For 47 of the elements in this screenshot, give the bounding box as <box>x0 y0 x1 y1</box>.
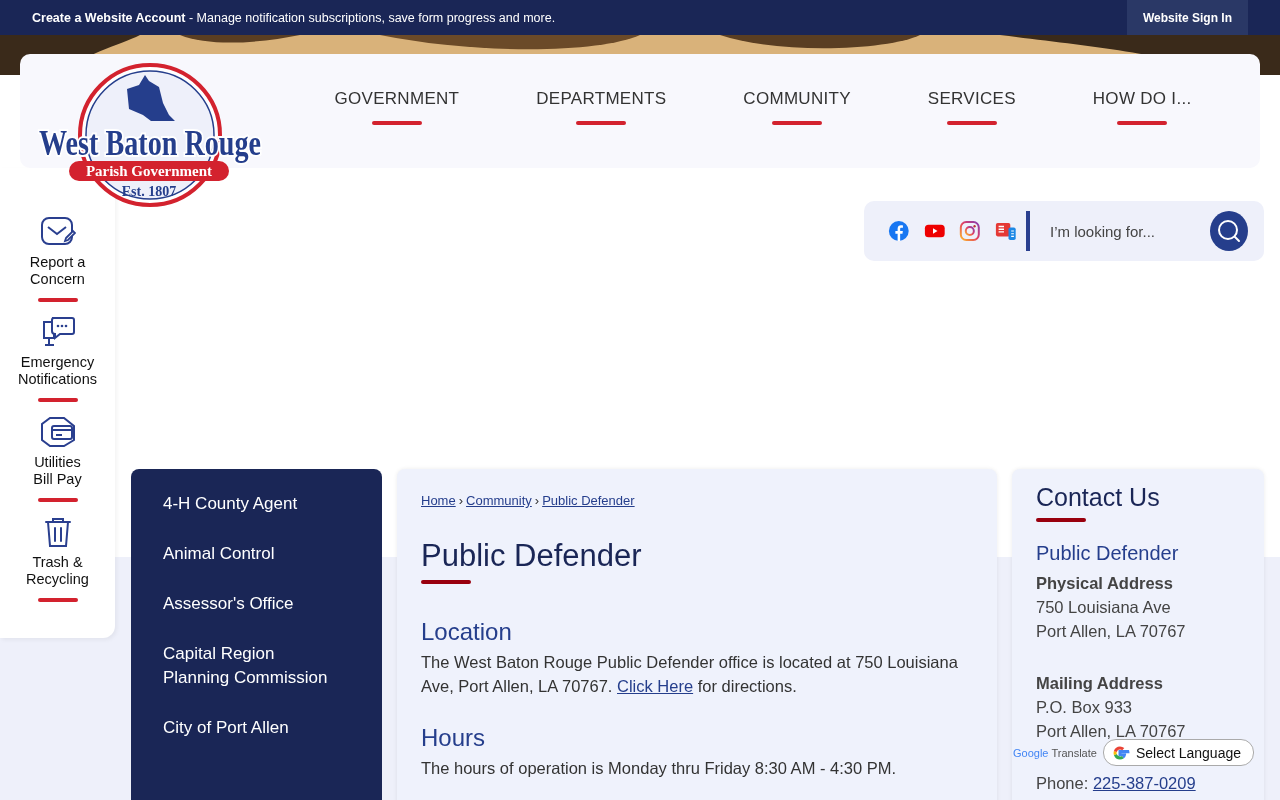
quick-link[interactable]: Utilities Bill Pay <box>23 416 92 502</box>
nav-item[interactable]: HOW DO I... <box>1092 89 1192 125</box>
nav-item[interactable]: GOVERNMENT <box>334 89 460 125</box>
breadcrumb-link[interactable]: Home <box>421 493 456 508</box>
breadcrumb-separator: › <box>458 493 464 508</box>
side-menu-item[interactable]: 4-H County Agent <box>163 492 333 516</box>
section-heading: Hours <box>421 724 487 752</box>
address-line: Port Allen, LA 70767 <box>1036 621 1187 642</box>
translate-label: Translate <box>1051 746 1097 759</box>
facebook-icon[interactable] <box>888 219 910 243</box>
section-text: The hours of operation is Monday thru Friday 8:30 AM - 4:30 PM. <box>421 758 898 779</box>
sign-in-button[interactable]: Website Sign In <box>1126 0 1248 35</box>
address-label: Mailing Address <box>1036 673 1164 694</box>
address-line: Port Allen, LA 70767 <box>1036 721 1187 742</box>
address-line: P.O. Box 933 <box>1036 697 1133 718</box>
account-message: Create a Website Account - Manage notification subscriptions, save form progress and more. <box>32 10 556 25</box>
side-menu-item[interactable]: Capital Region Planning Commission <box>163 642 333 690</box>
phone-label: Phone: <box>1036 773 1090 794</box>
mail-icon <box>39 216 76 248</box>
quick-link[interactable]: Report a Concern <box>7 216 108 302</box>
breadcrumb-link[interactable]: Public Defender <box>542 493 635 508</box>
address-label: Physical Address <box>1036 573 1174 594</box>
page-title: Public Defender <box>421 538 643 574</box>
nav-item[interactable]: SERVICES <box>927 89 1016 125</box>
office-name: Public Defender <box>1036 542 1180 565</box>
section-heading: Location <box>421 618 513 646</box>
quick-link[interactable]: Trash & Recycling <box>23 516 92 602</box>
phone-link[interactable]: 225-387-0209 <box>1092 771 1196 795</box>
search-field[interactable]: I’m looking for... <box>1043 222 1196 240</box>
directions-link[interactable]: Click Here <box>617 677 694 695</box>
contact-title: Contact Us <box>1036 483 1161 512</box>
language-select[interactable]: Select Language <box>1102 739 1254 766</box>
section-text: The West Baton Rouge Public Defender office is located at 750 Louisiana Ave, Port Allen, LA 70767. Click Here for directions. <box>421 652 959 697</box>
side-menu-item[interactable]: City of Port Allen <box>163 716 333 740</box>
credit-card-icon <box>39 416 76 448</box>
quick-link[interactable]: Emergency Notifications <box>7 316 108 402</box>
address-line: 750 Louisiana Ave <box>1036 597 1172 618</box>
search-icon <box>1216 218 1242 244</box>
breadcrumb-separator: › <box>534 493 540 508</box>
side-menu-item[interactable]: Animal Control <box>163 542 333 566</box>
side-menu-item[interactable]: Assessor's Office <box>163 592 333 616</box>
nav-item[interactable]: COMMUNITY <box>743 89 851 125</box>
nav-item[interactable]: DEPARTMENTS <box>536 89 667 125</box>
search-button[interactable] <box>1210 211 1248 251</box>
breadcrumb-link[interactable]: Community <box>466 493 532 508</box>
google-brand: Google <box>1012 746 1049 759</box>
instagram-icon[interactable] <box>959 219 981 243</box>
